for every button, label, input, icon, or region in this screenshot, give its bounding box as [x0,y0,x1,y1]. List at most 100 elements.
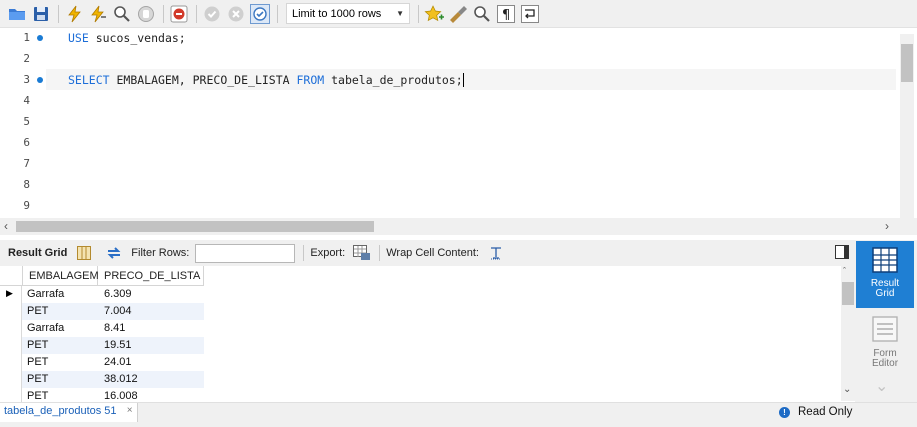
row-marker [0,320,22,337]
cell-embalagem[interactable]: PET [27,373,48,385]
wrap-icon[interactable] [519,3,541,25]
explain-icon[interactable] [111,3,133,25]
wrap-cell-label: Wrap Cell Content: [386,247,479,259]
cell-embalagem[interactable]: Garrafa [27,322,64,334]
line-number: 1 [23,31,30,44]
line-number: 6 [23,136,30,149]
status-bar: tabela_de_produtos 51 × ! Read Only [0,402,917,427]
table-row[interactable]: ▶ Garrafa 6.309 [0,286,204,303]
table-row[interactable]: PET 19.51 [0,337,204,354]
wrap-cell-icon[interactable] [485,242,507,264]
limit-rows-value: Limit to 1000 rows [292,7,382,20]
cell-preco[interactable]: 24.01 [104,356,132,368]
code-text: sucos_vendas; [88,31,186,45]
line-number: 3 [23,73,30,86]
stop-icon[interactable] [135,3,157,25]
query-toolbar: Limit to 1000 rows ▼ ¶ [0,0,917,28]
table-row[interactable]: PET 38.012 [0,371,204,388]
cell-embalagem[interactable]: PET [27,356,48,368]
scroll-down-icon[interactable]: ⌄ [843,384,851,395]
row-marker [0,303,22,320]
cell-preco[interactable]: 38.012 [104,373,138,385]
cell-preco[interactable]: 6.309 [104,288,132,300]
filter-rows-label: Filter Rows: [131,247,190,259]
editor-horizontal-scrollbar[interactable]: ‹ › [0,218,917,235]
commit-icon[interactable] [201,3,223,25]
line-number-gutter: 1 2 3 4 5 6 7 8 9 [0,28,46,218]
cell-preco[interactable]: 19.51 [104,339,132,351]
table-row[interactable]: PET 7.004 [0,303,204,320]
grid-layout-icon[interactable] [73,242,95,264]
toolbar-separator [58,4,59,23]
grid-vertical-scrollbar[interactable]: ˆ ⌄ [841,266,855,401]
result-grid-panel-button[interactable]: Result Grid [856,241,914,308]
cell-embalagem[interactable]: PET [27,305,48,317]
toolbar-separator [163,4,164,23]
refresh-icon[interactable] [103,242,125,264]
form-editor-icon [872,316,898,342]
invisible-chars-icon[interactable]: ¶ [495,3,517,25]
row-marker [0,388,22,402]
row-header-corner [0,266,23,286]
line-number: 5 [23,115,30,128]
cell-preco[interactable]: 16.008 [104,390,138,402]
table-row[interactable]: PET 16.008 [0,388,204,402]
chevron-down-icon: ▼ [396,9,404,18]
column-header-embalagem[interactable]: EMBALAGEM [23,266,99,286]
line-number: 9 [23,199,30,212]
column-header-preco-de-lista[interactable]: PRECO_DE_LISTA [98,266,204,286]
result-grid[interactable]: EMBALAGEM PRECO_DE_LISTA ▶ Garrafa 6.309… [0,266,855,402]
beautify-icon[interactable] [447,3,469,25]
result-grid-button-label: Grid [875,288,895,299]
cell-preco[interactable]: 7.004 [104,305,132,317]
sql-editor[interactable]: 1 2 3 4 5 6 7 8 9 USE sucos_vendas; SELE… [0,28,917,218]
execute-icon[interactable] [63,3,85,25]
close-icon[interactable]: × [127,405,133,416]
result-tab-label: tabela_de_produtos 51 [4,405,117,417]
find-icon[interactable] [471,3,493,25]
cell-embalagem[interactable]: PET [27,390,48,402]
toggle-side-panel-icon[interactable] [835,245,849,259]
scrollbar-thumb[interactable] [901,44,913,82]
scroll-right-icon[interactable]: › [885,219,889,233]
scrollbar-thumb[interactable] [16,221,374,232]
filter-rows-input[interactable] [195,243,296,263]
rollback-icon[interactable] [225,3,247,25]
cell-embalagem[interactable]: PET [27,339,48,351]
add-snippet-icon[interactable] [423,3,445,25]
line-number: 8 [23,178,30,191]
cell-embalagem[interactable]: Garrafa [27,288,64,300]
code-line-1: USE sucos_vendas; [68,31,186,45]
cell-preco[interactable]: 8.41 [104,322,125,334]
export-icon[interactable] [351,242,373,264]
row-marker: ▶ [0,286,22,303]
toolbar-separator [277,4,278,23]
statement-marker-icon [37,77,43,83]
form-editor-panel-button[interactable]: Form Editor [856,314,914,374]
scroll-left-icon[interactable]: ‹ [4,219,8,233]
keyword: SELECT [68,73,110,87]
scroll-up-icon[interactable]: ˆ [843,266,846,276]
open-folder-icon[interactable] [6,3,28,25]
chevron-down-icon[interactable]: ⌄ [875,376,888,396]
toggle-error-icon[interactable] [168,3,190,25]
keyword: USE [68,31,89,45]
current-row-arrow-icon: ▶ [6,288,13,298]
result-side-panel: Result Grid Form Editor ⌄ [855,240,917,402]
toolbar-separator [379,245,381,261]
scrollbar-thumb[interactable] [842,282,854,305]
result-tab[interactable]: tabela_de_produtos 51 × [0,403,138,422]
line-number: 7 [23,157,30,170]
table-row[interactable]: Garrafa 8.41 [0,320,204,337]
table-row[interactable]: PET 24.01 [0,354,204,371]
row-marker [0,371,22,388]
save-icon[interactable] [30,3,52,25]
read-only-status: Read Only [798,406,853,418]
keyword: FROM [296,73,325,87]
editor-vertical-scrollbar[interactable] [900,34,914,218]
autocommit-icon[interactable] [249,3,271,25]
execute-current-icon[interactable] [87,3,109,25]
result-grid-label: Result Grid [8,247,68,259]
limit-rows-select[interactable]: Limit to 1000 rows ▼ [286,3,410,24]
info-icon: ! [779,407,790,418]
